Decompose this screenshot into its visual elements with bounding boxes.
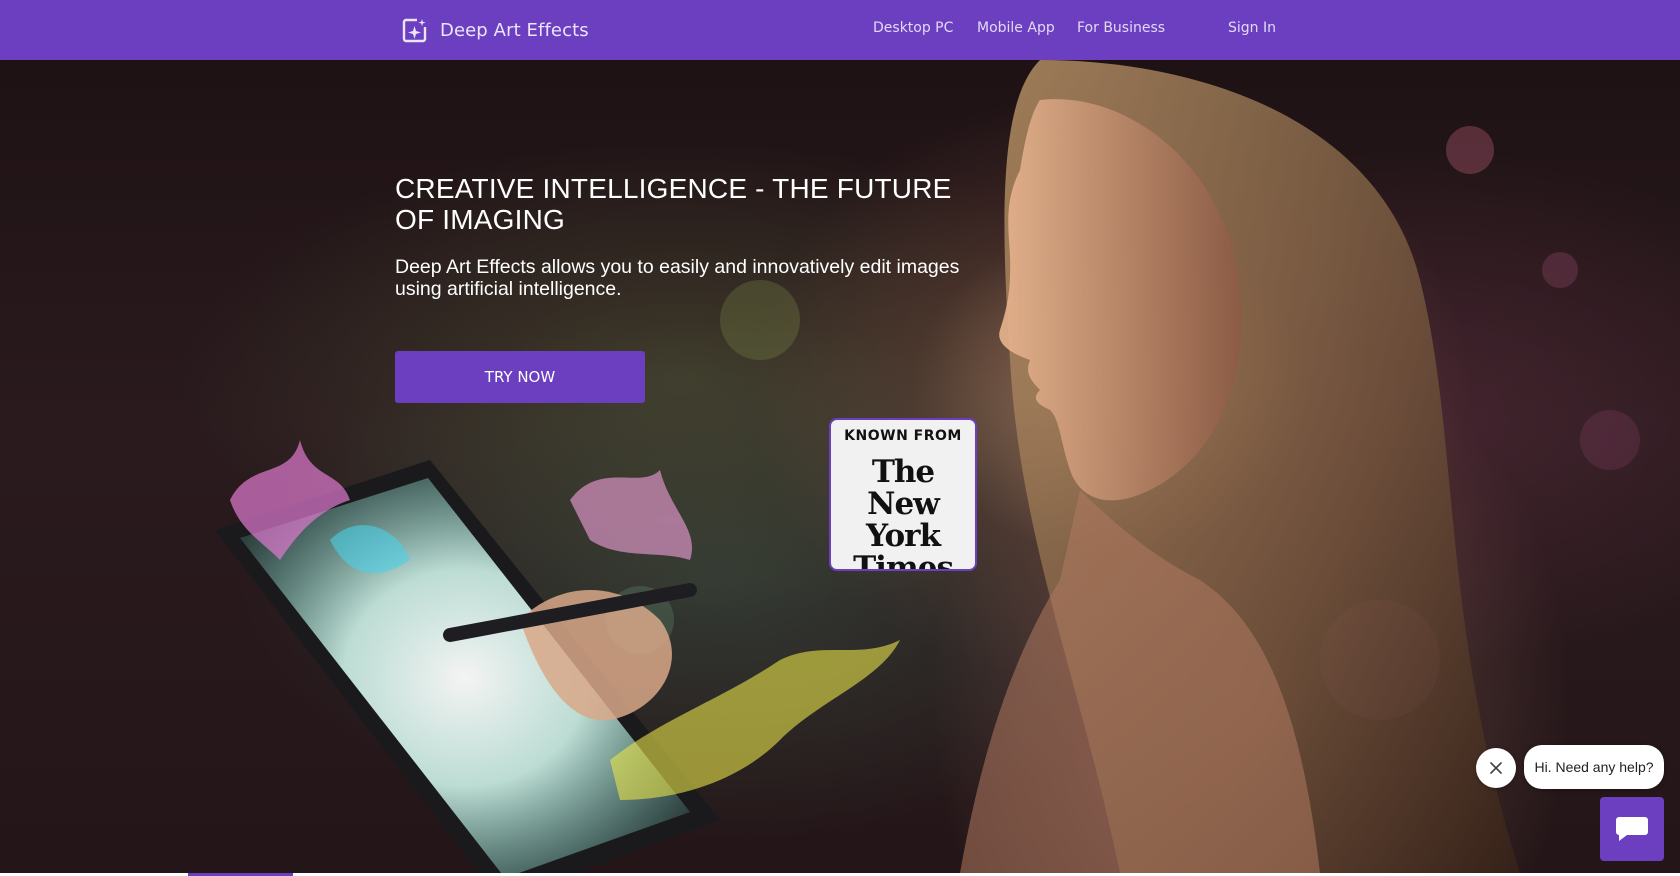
nav-link-mobile-app[interactable]: Mobile App: [977, 20, 1055, 36]
nyt-logo-line-3: Times: [853, 550, 954, 571]
brand-logo-icon: [402, 18, 428, 43]
try-now-button[interactable]: TRY NOW: [395, 351, 645, 403]
chat-launcher-button[interactable]: [1600, 797, 1664, 861]
chat-close-button[interactable]: [1476, 748, 1516, 788]
close-icon: [1490, 762, 1502, 774]
nyt-logo-line-1: The: [871, 454, 935, 490]
hero-title: CREATIVE INTELLIGENCE - THE FUTURE OF IM…: [395, 173, 952, 235]
brand-logo-link[interactable]: Deep Art Effects: [402, 15, 589, 45]
nyt-logo-line-2: New York: [866, 486, 941, 554]
known-from-nyt-badge: KNOWN FROM The New York Times: [829, 418, 977, 571]
nav-link-for-business[interactable]: For Business: [1077, 20, 1165, 36]
brand-name: Deep Art Effects: [440, 19, 589, 41]
hero-section: CREATIVE INTELLIGENCE - THE FUTURE OF IM…: [0, 60, 1680, 873]
nav-link-desktop-pc[interactable]: Desktop PC: [873, 20, 953, 36]
known-from-heading: KNOWN FROM: [844, 428, 962, 444]
nyt-logo: The New York Times: [831, 454, 975, 571]
hero-subtitle: Deep Art Effects allows you to easily an…: [395, 256, 960, 300]
sign-in-link[interactable]: Sign In: [1228, 20, 1276, 36]
chat-prompt-bubble[interactable]: Hi. Need any help?: [1524, 745, 1664, 789]
top-nav: Deep Art Effects Desktop PC Mobile App F…: [0, 0, 1680, 60]
chat-icon: [1616, 817, 1648, 841]
